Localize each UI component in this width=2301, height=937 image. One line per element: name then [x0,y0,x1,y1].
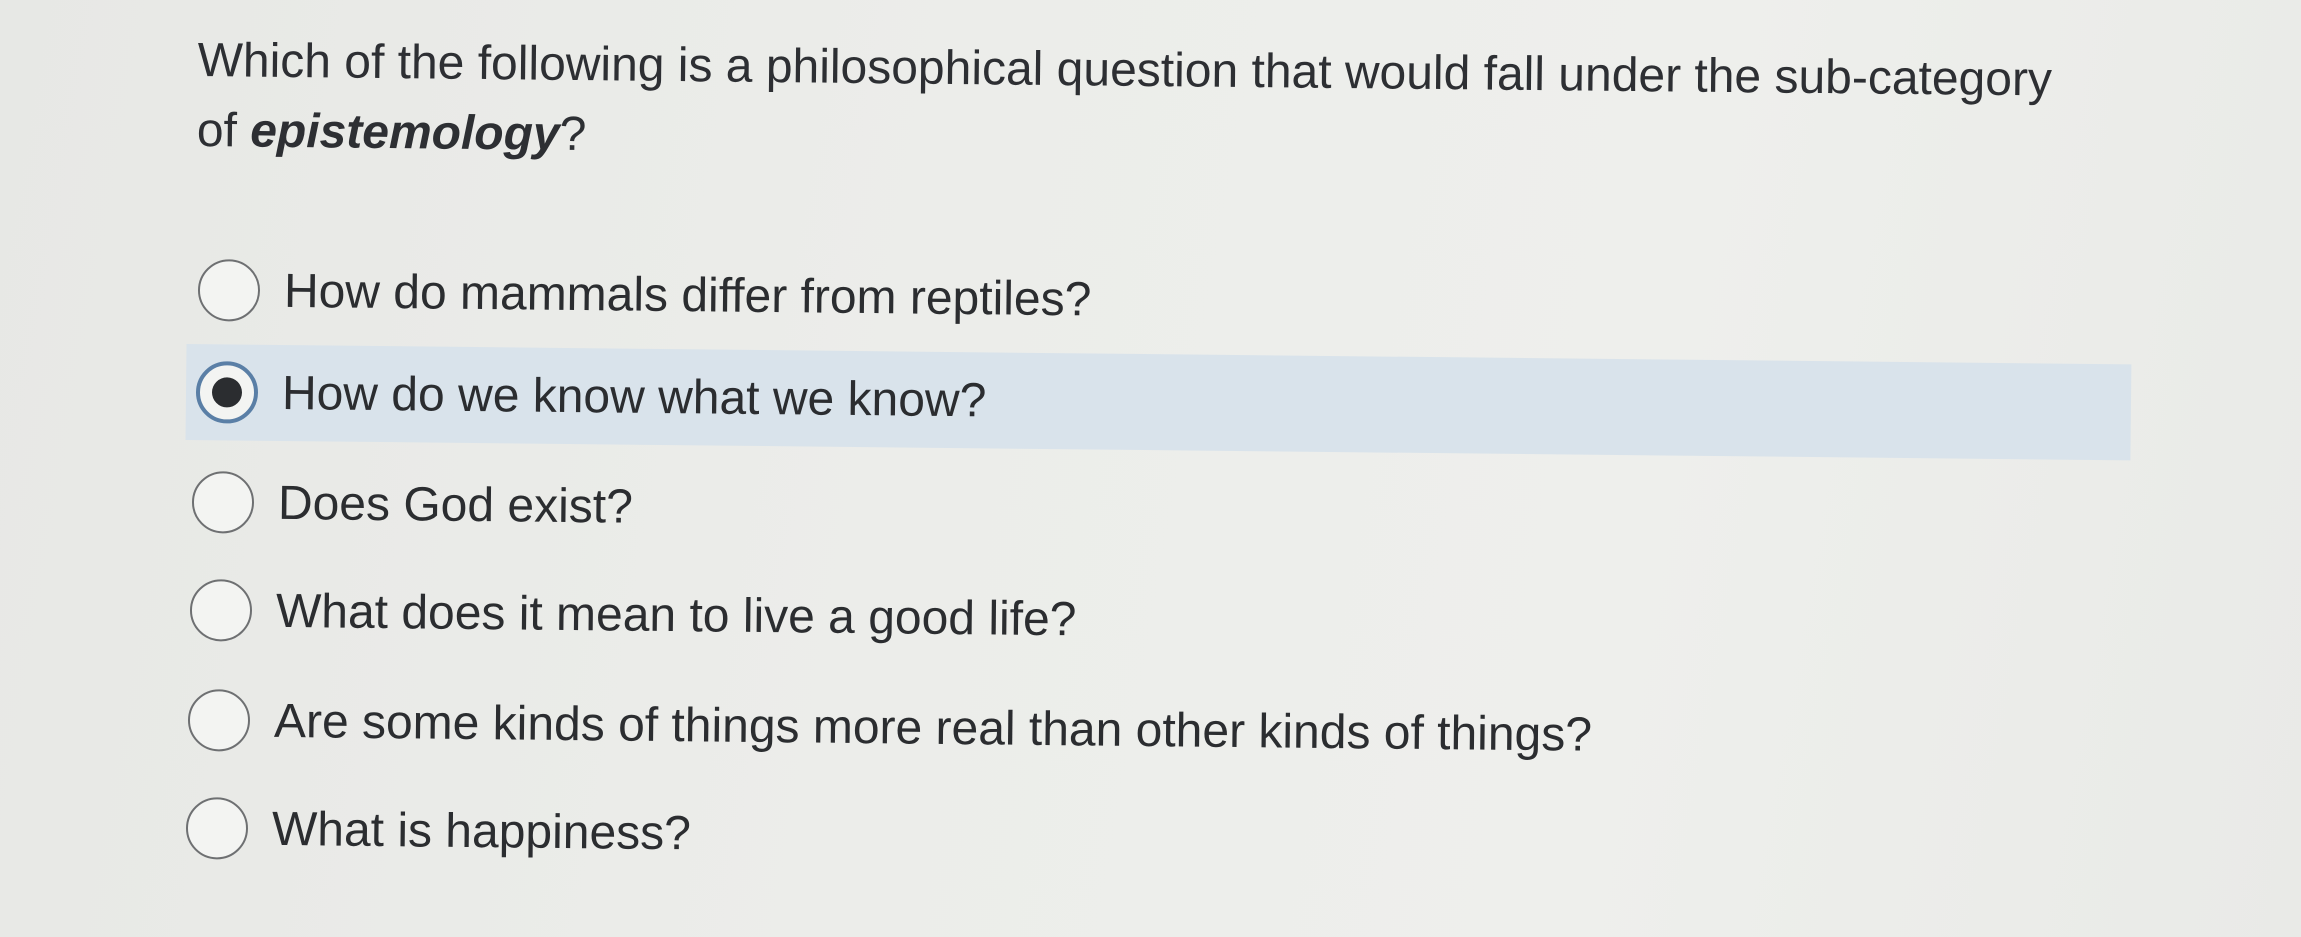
radio-unchecked-icon[interactable] [187,689,251,752]
option-2-selected[interactable]: How do we know what we know? [185,344,2132,461]
option-label: What is happiness? [271,802,692,860]
radio-unchecked-icon[interactable] [185,797,249,860]
option-1[interactable]: How do mammals differ from reptiles? [197,242,1478,351]
answer-options: How do mammals differ from reptiles? How… [0,0,2301,937]
option-label: Does God exist? [277,476,634,534]
option-3[interactable]: Does God exist? [191,454,1472,563]
radio-unchecked-icon[interactable] [197,259,261,322]
option-5[interactable]: Are some kinds of things more real than … [187,672,1888,786]
option-label: Are some kinds of things more real than … [273,694,1593,762]
option-label: How do we know what we know? [281,366,987,427]
option-4[interactable]: What does it mean to live a good life? [189,562,1470,671]
option-label: How do mammals differ from reptiles? [283,264,1092,326]
option-label: What does it mean to live a good life? [275,584,1077,646]
radio-checked-icon[interactable] [195,361,259,424]
option-6[interactable]: What is happiness? [185,780,1466,889]
radio-dot-icon [211,377,243,408]
radio-unchecked-icon[interactable] [191,471,255,534]
radio-unchecked-icon[interactable] [189,579,253,642]
